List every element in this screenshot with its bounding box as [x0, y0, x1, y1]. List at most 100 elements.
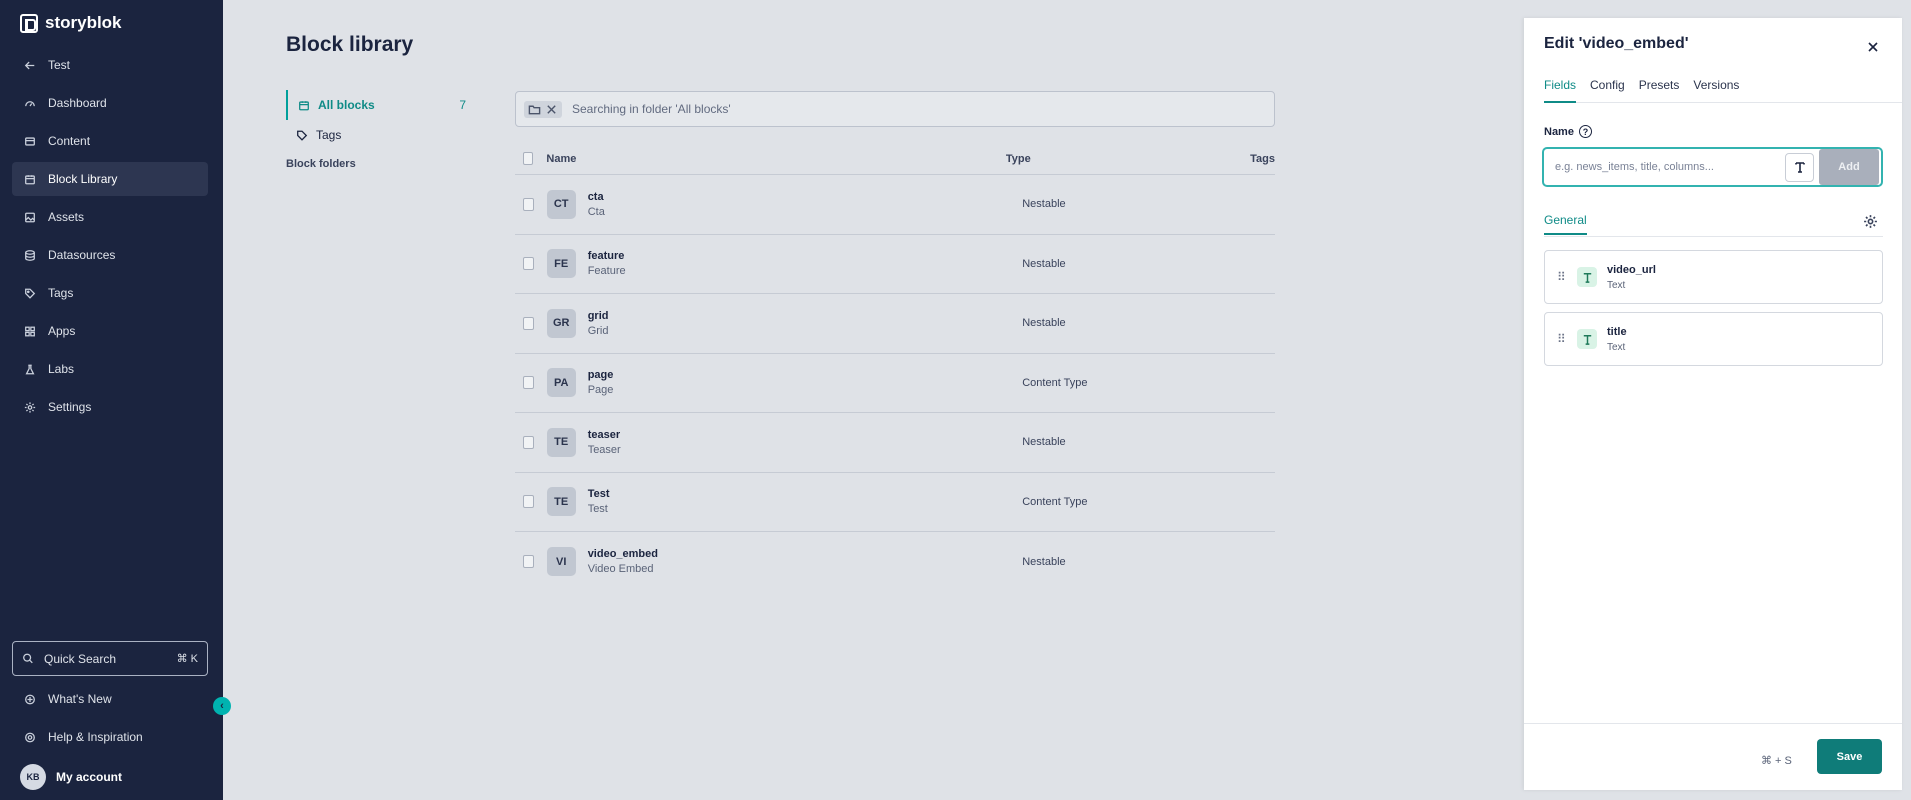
- storyblok-logo[interactable]: storyblok: [20, 12, 122, 34]
- divider: [1544, 236, 1883, 237]
- whats-new-label: What's New: [48, 692, 112, 706]
- row-checkbox[interactable]: [523, 376, 534, 390]
- sidebar-item-labs[interactable]: Labs: [12, 352, 208, 386]
- sidebar-item-back-test[interactable]: Test: [12, 48, 208, 82]
- panel-title: Edit 'video_embed': [1544, 35, 1689, 52]
- sidebar-item-assets[interactable]: Assets: [12, 200, 208, 234]
- drag-handle-icon[interactable]: ⠿: [1557, 271, 1567, 283]
- column-header-tags[interactable]: Tags: [1250, 153, 1275, 165]
- block-name-cell: TE Test Test: [546, 487, 1023, 517]
- block-name-cell: PA page Page: [546, 368, 1023, 398]
- help-label: Help & Inspiration: [48, 730, 143, 744]
- folder-icon: [528, 105, 541, 114]
- gear-icon[interactable]: [1863, 214, 1878, 232]
- sidebar-item-label: Dashboard: [48, 96, 107, 110]
- sidebar-item-label: Labs: [48, 362, 75, 376]
- close-icon[interactable]: [1866, 40, 1880, 54]
- block-display-name: Test: [587, 503, 608, 516]
- block-badge: FE: [546, 249, 576, 279]
- collapse-sidebar-button[interactable]: ‹: [213, 697, 231, 715]
- sidebar-item-label: Tags: [48, 286, 74, 300]
- field-name: video_url: [1607, 263, 1656, 276]
- account-menu[interactable]: KB My account: [20, 764, 122, 790]
- database-icon: [24, 249, 36, 261]
- save-button[interactable]: Save: [1817, 739, 1882, 774]
- field-item[interactable]: ⠿ video_url Text: [1544, 250, 1883, 304]
- sidebar-item-dashboard[interactable]: Dashboard: [12, 86, 208, 120]
- field-type: Text: [1607, 279, 1626, 291]
- sidebar-item-apps[interactable]: Apps: [12, 314, 208, 348]
- row-checkbox[interactable]: [523, 555, 534, 569]
- row-checkbox[interactable]: [523, 257, 534, 271]
- text-type-icon: [1577, 329, 1597, 349]
- table-row[interactable]: VI video_embed Video Embed Nestable: [515, 532, 1275, 592]
- block-name-cell: CT cta Cta: [546, 189, 1023, 219]
- table-row[interactable]: CT cta Cta Nestable: [515, 175, 1275, 235]
- block-type: Content Type: [1022, 495, 1088, 508]
- logo-text: storyblok: [45, 13, 122, 32]
- tab-fields[interactable]: Fields: [1544, 73, 1577, 103]
- help-icon: [24, 731, 36, 743]
- drag-handle-icon[interactable]: ⠿: [1557, 333, 1567, 345]
- folder-list: All blocks 7 Tags Block folders: [286, 90, 466, 170]
- block-display-name: Feature: [587, 265, 626, 278]
- row-checkbox[interactable]: [523, 495, 534, 509]
- block-technical-name: cta: [587, 190, 604, 203]
- row-checkbox[interactable]: [523, 316, 534, 330]
- column-header-name[interactable]: Name: [546, 153, 1006, 165]
- block-name-cell: VI video_embed Video Embed: [546, 547, 1023, 577]
- row-checkbox[interactable]: [523, 435, 534, 449]
- block-search-bar[interactable]: Searching in folder 'All blocks': [515, 91, 1275, 127]
- search-status-text: Searching in folder 'All blocks': [572, 102, 731, 116]
- avatar: KB: [20, 764, 46, 790]
- add-field-button[interactable]: Add: [1819, 149, 1879, 185]
- table-row[interactable]: TE Test Test Content Type: [515, 473, 1275, 532]
- quick-search-button[interactable]: Quick Search ⌘ K: [12, 641, 208, 676]
- sidebar-item-settings[interactable]: Settings: [12, 390, 208, 424]
- sidebar-item-tags[interactable]: Tags: [12, 276, 208, 310]
- search-icon: [22, 653, 34, 665]
- arrow-left-icon: [24, 59, 36, 71]
- assets-icon: [24, 211, 36, 223]
- block-display-name: Video Embed: [587, 563, 654, 576]
- close-icon[interactable]: [545, 103, 558, 116]
- tab-config[interactable]: Config: [1590, 73, 1625, 103]
- block-badge: TE: [546, 487, 576, 517]
- folder-tags[interactable]: Tags: [286, 120, 466, 150]
- help-inspiration-link[interactable]: Help & Inspiration: [12, 722, 208, 752]
- page-title: Block library: [286, 33, 414, 56]
- tab-general[interactable]: General: [1544, 213, 1587, 235]
- field-item[interactable]: ⠿ title Text: [1544, 312, 1883, 366]
- sidebar-item-label: Test: [48, 58, 71, 72]
- field-name-input[interactable]: [1546, 151, 1785, 183]
- folder-label: All blocks: [318, 98, 375, 112]
- block-type: Nestable: [1022, 436, 1066, 449]
- sidebar-item-content[interactable]: Content: [12, 124, 208, 158]
- tab-presets[interactable]: Presets: [1639, 73, 1680, 103]
- panel-tabs: Fields Config Presets Versions: [1544, 73, 1902, 103]
- sidebar-item-datasources[interactable]: Datasources: [12, 238, 208, 272]
- tab-versions[interactable]: Versions: [1693, 73, 1739, 103]
- table-row[interactable]: GR grid Grid Nestable: [515, 294, 1275, 354]
- sparkle-icon: [24, 693, 36, 705]
- block-library-icon: [24, 173, 36, 185]
- table-row[interactable]: TE teaser Teaser Nestable: [515, 413, 1275, 473]
- folder-filter-chip[interactable]: [524, 100, 562, 118]
- table-row[interactable]: FE feature Feature Nestable: [515, 235, 1275, 294]
- block-display-name: Page: [587, 384, 614, 397]
- whats-new-link[interactable]: What's New: [12, 684, 208, 714]
- folder-all-blocks[interactable]: All blocks 7: [286, 90, 466, 120]
- block-name-cell: GR grid Grid: [546, 308, 1023, 338]
- select-all-checkbox[interactable]: [523, 152, 534, 165]
- sidebar-item-block-library[interactable]: Block Library: [12, 162, 208, 196]
- row-checkbox[interactable]: [523, 197, 534, 211]
- field-name-label: Name ?: [1544, 125, 1592, 138]
- column-header-type[interactable]: Type: [1006, 153, 1250, 165]
- block-type: Nestable: [1022, 555, 1066, 568]
- content-icon: [24, 135, 36, 147]
- block-technical-name: Test: [587, 488, 610, 501]
- help-icon[interactable]: ?: [1578, 125, 1592, 138]
- field-type-selector[interactable]: [1785, 152, 1814, 182]
- new-field-input-group: Add: [1542, 147, 1883, 187]
- table-row[interactable]: PA page Page Content Type: [515, 354, 1275, 413]
